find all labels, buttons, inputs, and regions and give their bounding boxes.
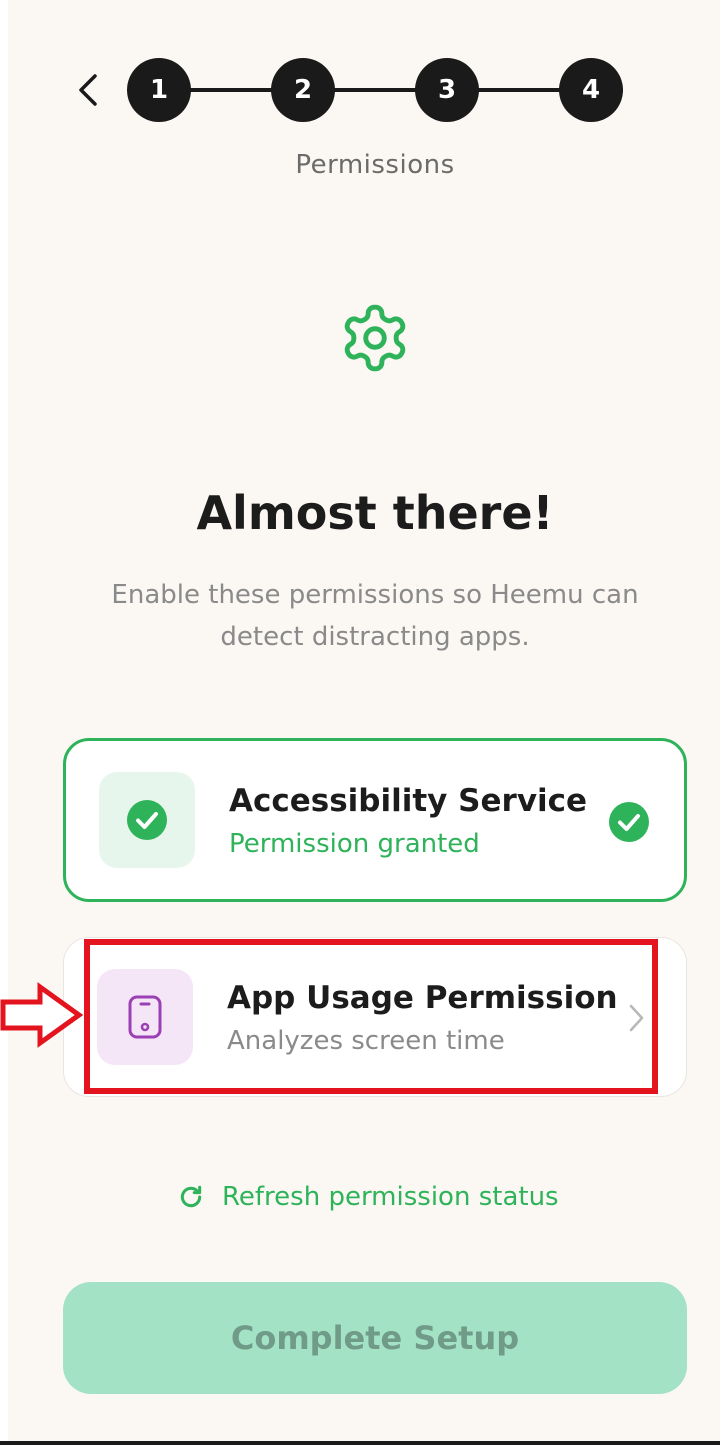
header-icon <box>334 300 416 376</box>
chevron-left-icon <box>79 74 97 106</box>
step-caption: Permissions <box>295 150 455 180</box>
gear-icon <box>344 304 406 372</box>
progress-stepper: 1 2 3 4 <box>127 58 623 122</box>
refresh-icon <box>180 1185 202 1208</box>
bottom-edge <box>0 1441 720 1445</box>
step-3: 3 <box>415 58 479 122</box>
permission-status: Permission granted <box>229 829 480 859</box>
annotation-arrow-icon <box>0 982 84 1048</box>
check-circle-icon <box>127 800 167 840</box>
permission-icon-tile <box>99 772 195 868</box>
step-4: 4 <box>559 58 623 122</box>
step-1: 1 <box>127 58 191 122</box>
back-button[interactable] <box>66 68 110 112</box>
annotation-highlight-box <box>84 939 658 1094</box>
refresh-label: Refresh permission status <box>222 1182 559 1212</box>
page-description: Enable these permissions so Heemu can de… <box>111 580 639 652</box>
page-title: Almost there! <box>196 486 554 540</box>
complete-setup-button[interactable]: Complete Setup <box>63 1282 687 1394</box>
setup-screen: 1 2 3 4 Permissions Almost there! Enable… <box>8 0 720 1441</box>
step-2: 2 <box>271 58 335 122</box>
refresh-permission-button[interactable]: Refresh permission status <box>178 1182 559 1212</box>
permission-title: Accessibility Service <box>229 783 588 819</box>
check-circle-icon <box>609 802 649 842</box>
permission-card-accessibility[interactable]: Accessibility Service Permission granted <box>63 738 687 902</box>
